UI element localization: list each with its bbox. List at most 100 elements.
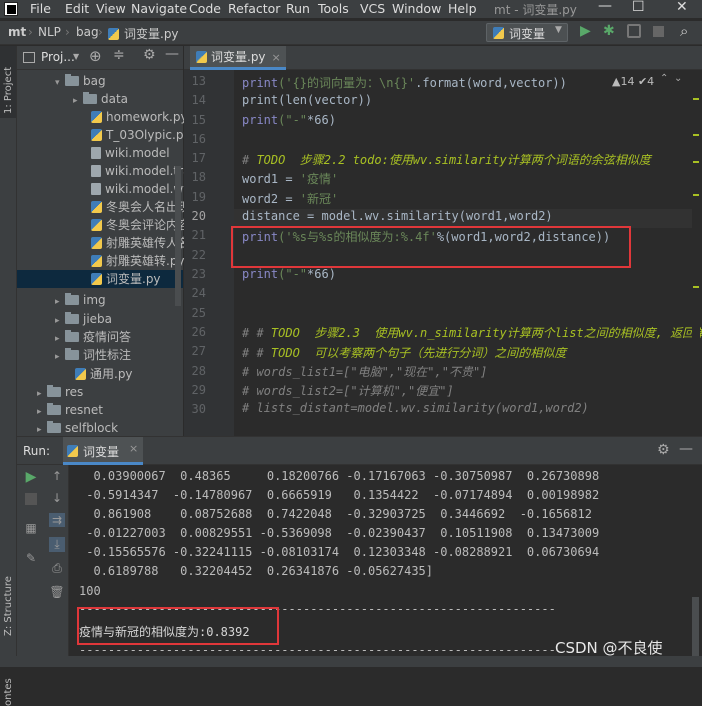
tree-item-resnet[interactable]: ▸ resnet	[37, 401, 103, 419]
close-button[interactable]: ✕	[676, 0, 688, 15]
layout-icon[interactable]: ▦	[23, 521, 39, 535]
hide-icon[interactable]: —	[165, 46, 179, 62]
editor-tab[interactable]: 词变量.py ×	[190, 46, 286, 70]
breadcrumb-nlp[interactable]: NLP	[38, 25, 61, 39]
line-number: 18	[191, 170, 206, 184]
code-line[interactable]: # words_list1=["电脑","现在","不贵"]	[242, 363, 487, 380]
project-tool-button[interactable]: 1: Project	[0, 46, 16, 118]
chevron-right-icon[interactable]: ▸	[55, 348, 65, 366]
python-file-icon	[91, 111, 102, 123]
print-icon[interactable]: ⎙	[49, 561, 65, 576]
menu-vcs[interactable]: VCS	[360, 1, 385, 16]
tree-item-selected-file[interactable]: 词变量.py	[17, 270, 183, 288]
menu-run[interactable]: Run	[286, 1, 310, 16]
tree-item-yiqing[interactable]: ▸ 疫情问答	[55, 328, 131, 346]
line-number: 14	[191, 93, 206, 107]
menu-navigate[interactable]: Navigate	[131, 1, 187, 16]
chevron-up-icon[interactable]: ⌃	[660, 73, 668, 84]
code-line[interactable]: print('{}的词向量为：\n{}'.format(word,vector)…	[242, 74, 567, 91]
tree-item-file[interactable]: T_03Olypic.py	[91, 126, 191, 144]
code-line[interactable]: # words_list2=["计算机","便宜"]	[242, 382, 454, 399]
code-line[interactable]: # lists_distant=model.wv.similarity(word…	[242, 401, 589, 415]
soft-wrap-icon[interactable]: ⇉	[49, 513, 65, 527]
trash-icon[interactable]: 🗑	[49, 585, 65, 599]
menu-refactor[interactable]: Refactor	[228, 1, 280, 16]
code-line[interactable]: word1 = '疫情'	[242, 170, 338, 187]
stop-icon[interactable]	[653, 26, 664, 37]
code-line[interactable]: # TODO 步骤2.2 todo:使用wv.similarity计算两个词语的…	[242, 151, 651, 168]
line-number: 25	[191, 306, 206, 320]
search-icon[interactable]: ⌕	[680, 22, 688, 40]
tree-item-file[interactable]: 射雕英雄转.py	[91, 252, 185, 270]
code-line[interactable]: distance = model.wv.similarity(word1,wor…	[242, 209, 553, 223]
structure-tool-label[interactable]: Z: Structure	[3, 576, 14, 636]
folder-icon	[47, 403, 61, 415]
code-line[interactable]: word2 = '新冠'	[242, 190, 338, 207]
tree-item-file[interactable]: homework.py	[91, 108, 188, 126]
menu-view[interactable]: View	[96, 1, 126, 16]
tree-item-bag[interactable]: ▾ bag	[55, 72, 106, 90]
pin-icon[interactable]: ✎	[23, 551, 39, 565]
tree-item-selfblock[interactable]: ▸ selfblock	[37, 419, 118, 437]
project-view-icon	[23, 52, 35, 63]
editor-error-stripe[interactable]	[692, 86, 700, 436]
project-view-select[interactable]: Proj...	[41, 50, 75, 64]
line-number: 27	[191, 344, 206, 358]
tree-item-file[interactable]: wiki.model	[91, 144, 170, 162]
close-tab-icon[interactable]: ×	[129, 442, 138, 455]
console-output-line: -0.01227003 0.00829551 -0.5369098 -0.023…	[79, 526, 600, 540]
inspection-widget[interactable]: ▲14 ✔4	[612, 75, 654, 88]
chevron-down-icon[interactable]: ▾	[55, 74, 65, 92]
menu-window[interactable]: Window	[392, 1, 441, 16]
scroll-to-end-icon[interactable]: ⤓	[49, 537, 65, 552]
tree-item-file[interactable]: 通用.py	[75, 365, 133, 383]
run-icon[interactable]: ▶	[580, 23, 591, 39]
menu-edit[interactable]: Edit	[65, 1, 89, 16]
tree-item-data[interactable]: ▸ data	[73, 90, 128, 108]
run-tab-label: 词变量	[83, 445, 120, 459]
collapse-all-icon[interactable]: ≑	[113, 47, 125, 63]
tree-item-cixing[interactable]: ▸ 词性标注	[55, 346, 131, 364]
code-line[interactable]: print("-"*66)	[242, 113, 336, 127]
code-line[interactable]: print(len(vector))	[242, 93, 372, 107]
rerun-icon[interactable]: ▶	[23, 469, 39, 485]
run-label: Run:	[23, 444, 51, 458]
arrow-up-icon[interactable]: ↑	[49, 469, 65, 483]
tree-item-res[interactable]: ▸ res	[37, 383, 83, 401]
menu-help[interactable]: Help	[448, 1, 477, 16]
close-tab-icon[interactable]: ×	[272, 51, 281, 64]
tree-item-img[interactable]: ▸ img	[55, 291, 106, 309]
breadcrumb-file[interactable]: 词变量.py	[124, 25, 179, 42]
chevron-right-icon[interactable]: ▸	[55, 293, 65, 311]
run-configuration-select[interactable]: 词变量 ▼	[486, 23, 568, 42]
menu-tools[interactable]: Tools	[318, 1, 349, 16]
code-line[interactable]: # # TODO 可以考察两个句子（先进行分词）之间的相似度	[242, 344, 566, 361]
maximize-button[interactable]: ☐	[632, 0, 645, 15]
coverage-icon[interactable]	[627, 24, 641, 38]
chevron-down-icon[interactable]: ⌄	[674, 73, 682, 84]
gear-icon[interactable]: ⚙	[143, 47, 156, 63]
locate-icon[interactable]: ⊕	[89, 47, 102, 65]
chevron-right-icon[interactable]: ▸	[73, 92, 83, 110]
breadcrumb-separator-icon: ›	[28, 25, 33, 39]
code-line[interactable]: # # TODO 步骤2.3 使用wv.n_similarity计算两个list…	[242, 324, 702, 341]
folder-icon	[65, 312, 79, 324]
minimize-button[interactable]: —	[598, 0, 612, 14]
tree-item-jieba[interactable]: ▸ jieba	[55, 310, 112, 328]
favorites-tool-label[interactable]: ontes	[3, 678, 14, 706]
hide-icon[interactable]: —	[679, 441, 693, 457]
stop-icon[interactable]	[25, 493, 37, 505]
project-scrollbar[interactable]	[175, 166, 181, 306]
run-tab[interactable]: 词变量 ×	[63, 437, 143, 465]
gear-icon[interactable]: ⚙	[657, 442, 670, 458]
menu-file[interactable]: File	[30, 1, 51, 16]
console-scrollbar[interactable]	[692, 597, 699, 657]
menu-code[interactable]: Code	[189, 1, 221, 16]
code-line[interactable]: print("-"*66)	[242, 267, 336, 281]
chevron-down-icon[interactable]: ▼	[73, 52, 79, 61]
folder-icon	[65, 330, 79, 342]
breadcrumb-project[interactable]: mt	[8, 25, 26, 39]
arrow-down-icon[interactable]: ↓	[49, 491, 65, 505]
debug-icon[interactable]: ✱	[603, 23, 615, 39]
breadcrumb-bag[interactable]: bag	[76, 25, 99, 39]
